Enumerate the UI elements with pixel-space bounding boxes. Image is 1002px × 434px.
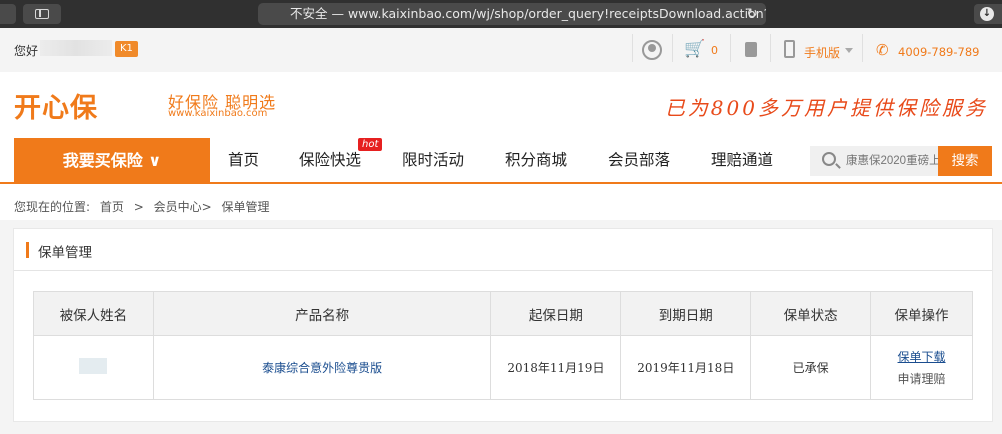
nav-item-points-mall[interactable]: 积分商城 xyxy=(505,138,567,182)
start-date-cell: 2018年11月19日 xyxy=(490,335,622,400)
nav-item-limited-events[interactable]: 限时活动 xyxy=(402,138,464,182)
column-header: 到期日期 xyxy=(620,291,752,336)
mobile-version-link[interactable]: 手机版 xyxy=(804,44,840,61)
column-header: 产品名称 xyxy=(152,291,492,336)
search-input[interactable] xyxy=(846,146,938,176)
main-nav: 我要买保险 ∨ 首页 保险快选 hot 限时活动 积分商城 会员部落 理赔通道 … xyxy=(0,138,1002,184)
apply-claim-link[interactable]: 申请理赔 xyxy=(871,368,972,390)
product-name-link[interactable]: 泰康综合意外险尊贵版 xyxy=(262,361,382,375)
buy-insurance-menu-button[interactable]: 我要买保险 ∨ xyxy=(14,138,210,184)
column-header: 保单操作 xyxy=(870,291,973,336)
breadcrumb-separator: > xyxy=(133,200,144,214)
nav-item-home[interactable]: 首页 xyxy=(228,138,259,182)
divider xyxy=(862,34,863,62)
back-button[interactable] xyxy=(0,4,16,24)
column-header: 保单状态 xyxy=(750,291,872,336)
panel-title: 保单管理 xyxy=(38,245,92,261)
breadcrumb-current: 保单管理 xyxy=(221,200,270,214)
actions-cell: 保单下载 申请理赔 xyxy=(870,335,973,400)
service-tagline: 已为800多万用户提供保险服务 xyxy=(664,96,988,120)
breadcrumb-home[interactable]: 首页 xyxy=(100,200,124,214)
divider xyxy=(632,34,633,62)
cart-icon[interactable]: 🛒 xyxy=(684,39,705,59)
divider xyxy=(672,34,673,62)
document-icon[interactable] xyxy=(745,42,757,57)
reload-icon[interactable]: ↻ xyxy=(746,3,758,25)
breadcrumb-prefix: 您现在的位置: xyxy=(14,200,91,214)
divider xyxy=(730,34,731,62)
search-box xyxy=(810,146,938,176)
table-header-row: 被保人姓名 产品名称 起保日期 到期日期 保单状态 保单操作 xyxy=(33,291,973,336)
column-header: 被保人姓名 xyxy=(33,291,154,336)
cart-count[interactable]: 0 xyxy=(711,44,718,57)
column-header: 起保日期 xyxy=(490,291,622,336)
insured-name-redacted xyxy=(79,358,108,374)
site-header: 开心保 好保险 聪明选 www.kaixinbao.com 已为800多万用户提… xyxy=(0,72,1002,138)
sidebar-toggle-button[interactable] xyxy=(23,4,61,24)
search-icon xyxy=(822,152,836,166)
end-date-cell: 2019年11月18日 xyxy=(620,335,752,400)
greeting-text: 您好 xyxy=(14,44,39,58)
product-name-cell: 泰康综合意外险尊贵版 xyxy=(152,335,492,400)
site-logo[interactable]: 开心保 xyxy=(14,86,98,125)
search-button[interactable]: 搜索 xyxy=(938,146,992,176)
breadcrumb: 您现在的位置: 首页 > 会员中心> 保单管理 xyxy=(14,198,276,215)
member-level-badge[interactable]: K1 xyxy=(115,41,138,57)
address-text: 不安全 — www.kaixinbao.com/wj/shop/order_qu… xyxy=(290,6,766,21)
policy-management-panel: 保单管理 被保人姓名 产品名称 起保日期 到期日期 保单状态 保单操作 泰康综合… xyxy=(13,228,993,422)
breadcrumb-member-center[interactable]: 会员中心> xyxy=(154,200,212,214)
hotline-number: 4009-789-789 xyxy=(898,45,980,59)
chevron-down-icon[interactable] xyxy=(845,48,853,53)
download-icon: ↓ xyxy=(980,7,994,21)
browser-toolbar: 不安全 — www.kaixinbao.com/wj/shop/order_qu… xyxy=(0,0,1002,28)
nav-item-claims[interactable]: 理赔通道 xyxy=(711,138,773,182)
address-bar[interactable]: 不安全 — www.kaixinbao.com/wj/shop/order_qu… xyxy=(258,3,766,25)
title-accent-bar xyxy=(26,242,29,258)
mobile-phone-icon[interactable] xyxy=(784,40,795,58)
nav-item-quick-select[interactable]: 保险快选 xyxy=(299,138,361,182)
user-icon[interactable] xyxy=(642,40,662,60)
table-row: 泰康综合意外险尊贵版 2018年11月19日 2019年11月18日 已承保 保… xyxy=(33,335,973,400)
hot-badge: hot xyxy=(358,138,383,151)
top-utility-bar: 您好 K1 🛒 0 手机版 ✆ 4009-789-789 xyxy=(0,28,1002,72)
content-area: 保单管理 被保人姓名 产品名称 起保日期 到期日期 保单状态 保单操作 泰康综合… xyxy=(0,220,1002,434)
insured-name-cell xyxy=(33,335,154,400)
panel-header: 保单管理 xyxy=(14,229,992,271)
downloads-button[interactable]: ↓ xyxy=(974,4,1002,24)
site-domain: www.kaixinbao.com xyxy=(168,108,268,119)
phone-icon: ✆ xyxy=(876,41,889,59)
username-redacted xyxy=(40,40,112,56)
nav-item-member-club[interactable]: 会员部落 xyxy=(608,138,670,182)
status-cell: 已承保 xyxy=(750,335,872,400)
sidebar-icon xyxy=(35,9,49,19)
download-policy-link[interactable]: 保单下载 xyxy=(871,346,972,368)
divider xyxy=(770,34,771,62)
policy-table: 被保人姓名 产品名称 起保日期 到期日期 保单状态 保单操作 泰康综合意外险尊贵… xyxy=(33,291,973,400)
